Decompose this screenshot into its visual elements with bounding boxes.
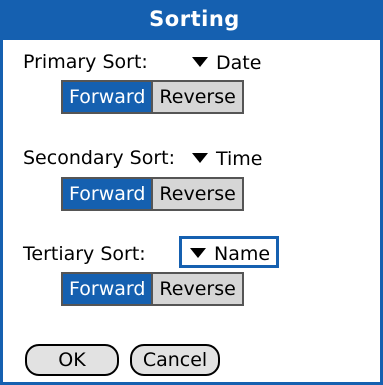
secondary-sort-dropdown[interactable]: Time bbox=[181, 141, 272, 173]
secondary-direction-selector: Forward Reverse bbox=[61, 177, 244, 211]
primary-sort-label: Primary Sort: bbox=[23, 51, 148, 73]
dropdown-arrow-icon bbox=[192, 56, 208, 67]
primary-direction-selector: Forward Reverse bbox=[61, 80, 244, 114]
dropdown-arrow-icon bbox=[192, 152, 208, 163]
tertiary-forward-button[interactable]: Forward bbox=[63, 274, 152, 304]
tertiary-sort-dropdown[interactable]: Name bbox=[179, 236, 280, 268]
cancel-button[interactable]: Cancel bbox=[130, 344, 220, 376]
dropdown-arrow-icon bbox=[190, 247, 206, 258]
sorting-dialog: Sorting Primary Sort: Date Forward Rever… bbox=[0, 0, 383, 385]
secondary-sort-value: Time bbox=[216, 148, 263, 170]
tertiary-sort-value: Name bbox=[214, 243, 271, 265]
dialog-title: Sorting bbox=[3, 0, 383, 40]
secondary-sort-label: Secondary Sort: bbox=[23, 147, 176, 169]
ok-button[interactable]: OK bbox=[25, 344, 119, 376]
primary-sort-value: Date bbox=[216, 52, 262, 74]
primary-forward-button[interactable]: Forward bbox=[63, 82, 152, 112]
secondary-reverse-button[interactable]: Reverse bbox=[151, 179, 242, 209]
secondary-forward-button[interactable]: Forward bbox=[63, 179, 152, 209]
tertiary-direction-selector: Forward Reverse bbox=[61, 272, 244, 306]
tertiary-sort-label: Tertiary Sort: bbox=[23, 243, 146, 265]
tertiary-reverse-button[interactable]: Reverse bbox=[151, 274, 242, 304]
primary-sort-dropdown[interactable]: Date bbox=[181, 45, 270, 77]
primary-reverse-button[interactable]: Reverse bbox=[151, 82, 242, 112]
